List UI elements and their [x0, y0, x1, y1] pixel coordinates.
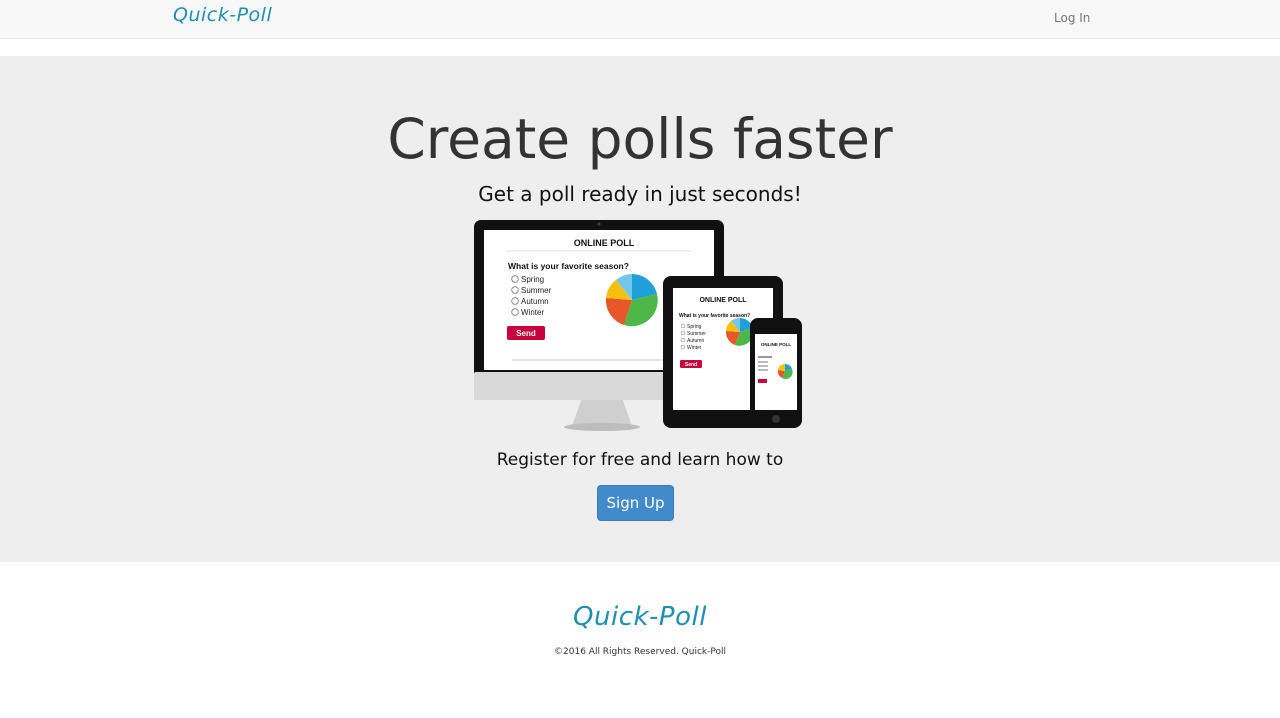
- monitor-poll-title: ONLINE POLL: [574, 238, 635, 248]
- brand-logo[interactable]: Quick-Poll: [173, 4, 272, 26]
- hero-title: Create polls faster: [387, 107, 893, 171]
- tablet-poll-title: ONLINE POLL: [699, 297, 747, 304]
- monitor-option: Autumn: [521, 297, 549, 306]
- footer-logo: Quick-Poll: [573, 602, 707, 632]
- tablet-send-label: Send: [685, 362, 697, 368]
- monitor-option: Winter: [521, 308, 544, 317]
- tablet-option: Winter: [687, 345, 702, 351]
- phone-poll-title: ONLINE POLL: [761, 342, 792, 347]
- devices-illustration: ONLINE POLL What is your favorite season…: [474, 220, 802, 431]
- tablet-option: Spring: [687, 324, 702, 330]
- login-link[interactable]: Log In: [1054, 11, 1090, 25]
- top-navbar: Quick-Poll Log In: [0, 0, 1280, 39]
- monitor-send-label: Send: [516, 329, 536, 338]
- hero-subtitle: Get a poll ready in just seconds!: [478, 182, 802, 206]
- monitor-option: Spring: [521, 275, 544, 284]
- monitor-poll-question: What is your favorite season?: [508, 261, 629, 271]
- tablet-pie-chart: [725, 317, 754, 346]
- sign-up-button[interactable]: Sign Up: [597, 485, 674, 521]
- register-text: Register for free and learn how to: [496, 450, 784, 470]
- phone-device: ONLINE POLL: [750, 318, 802, 428]
- monitor-option: Summer: [521, 286, 552, 295]
- hero-section: Create polls faster Get a poll ready in …: [0, 56, 1280, 562]
- tablet-option: Autumn: [687, 338, 704, 344]
- tablet-option: Summer: [687, 331, 706, 337]
- footer-copyright: ©2016 All Rights Reserved. Quick-Poll: [554, 647, 726, 657]
